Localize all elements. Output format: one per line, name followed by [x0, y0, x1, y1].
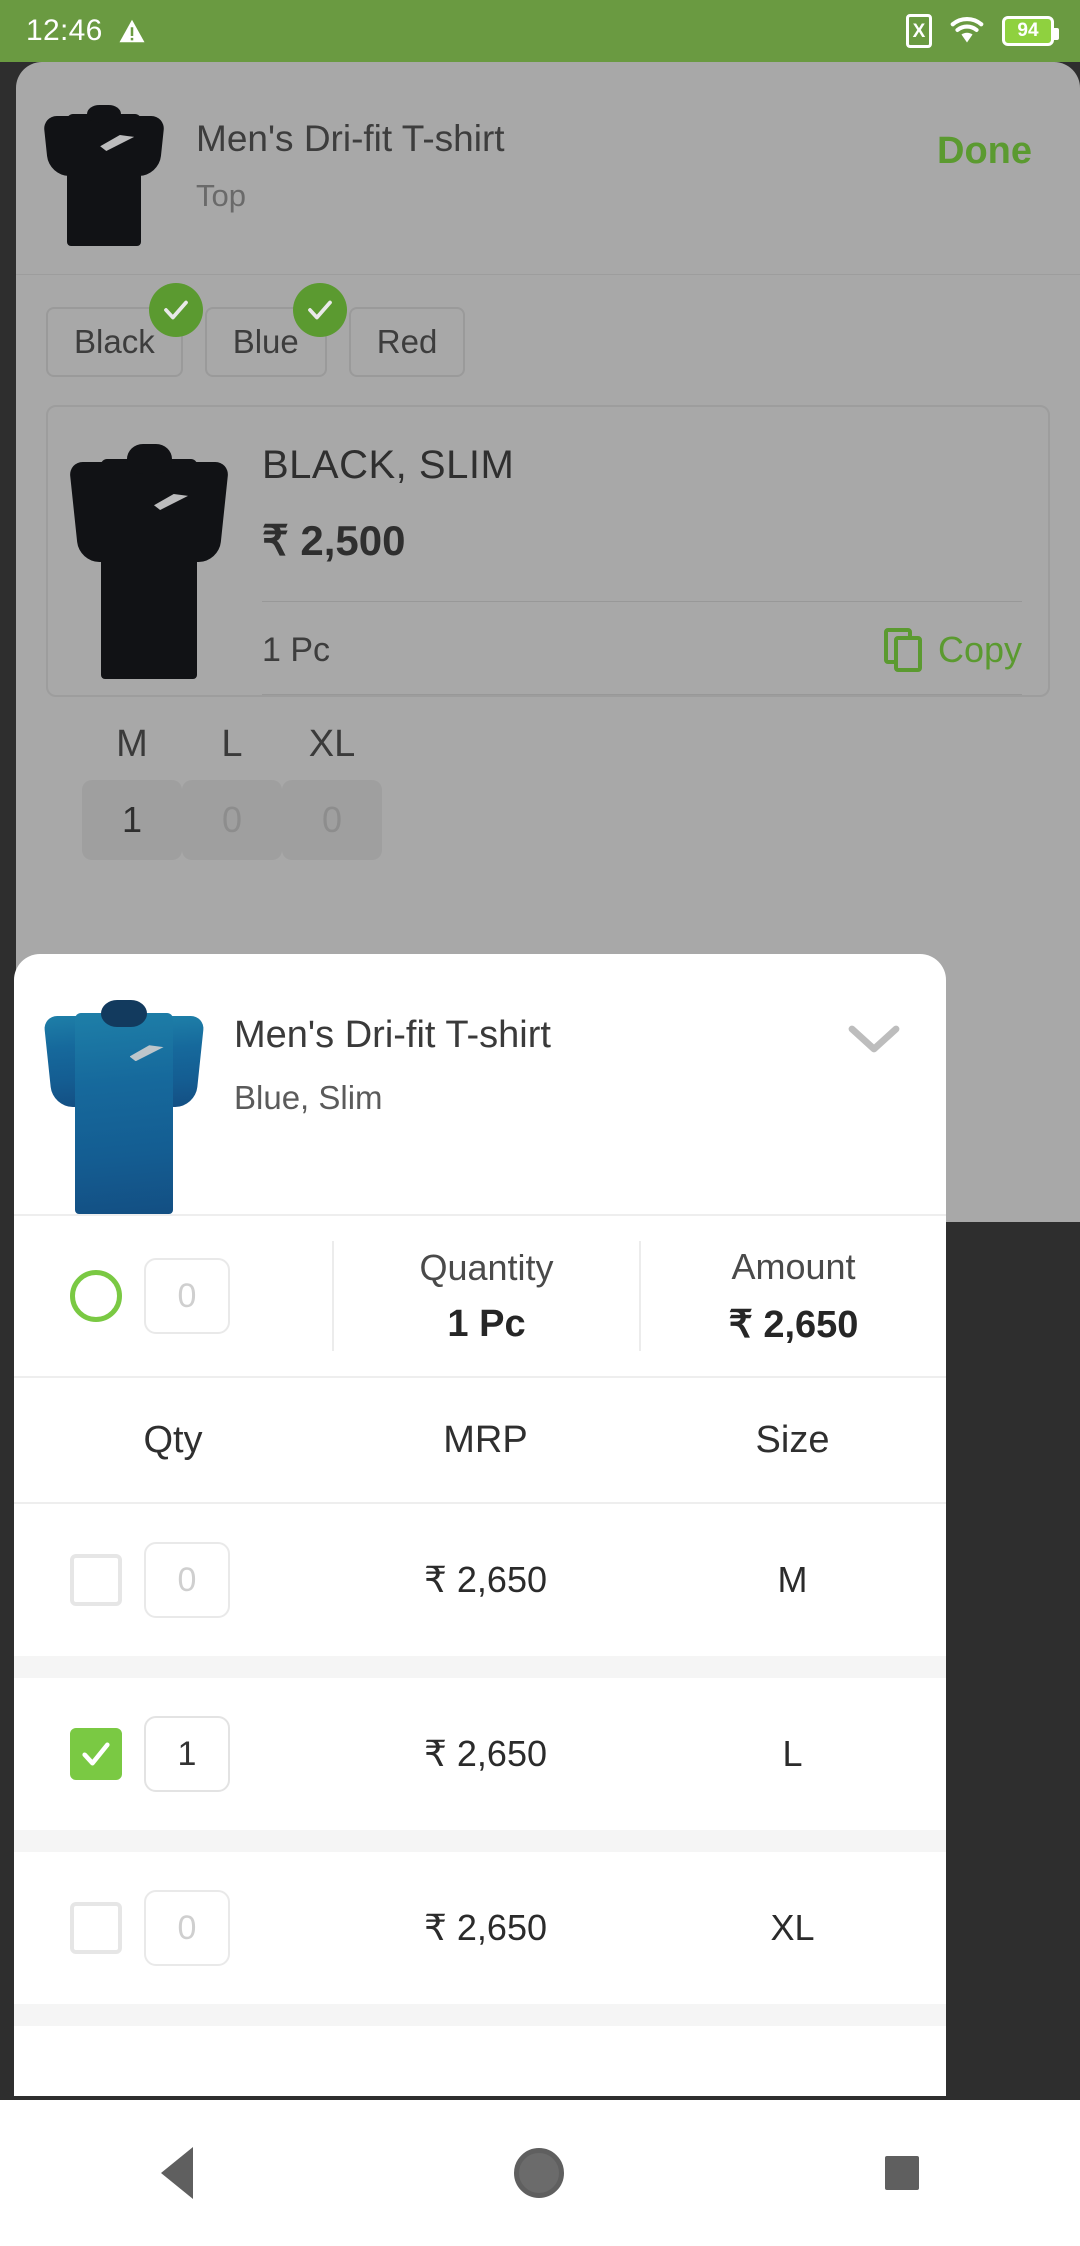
triangle-back-icon[interactable] [160, 2147, 193, 2199]
background-header: Men's Dri-fit T-shirt Top Done [16, 62, 1080, 246]
color-chip-red[interactable]: Red [348, 307, 466, 377]
status-icons: X 94 [906, 13, 1059, 50]
row-mrp: ₹ 2,650 [424, 1733, 547, 1774]
summary-amount-value: ₹ 2,650 [728, 1303, 859, 1346]
status-time: 12:46 [26, 14, 103, 47]
card-divider-bottom [262, 694, 1022, 695]
size-header-l: L [221, 723, 243, 765]
warning-triangle-icon [117, 16, 147, 46]
size-input-l[interactable]: 0 [182, 780, 282, 860]
product-thumbnail-black [42, 96, 166, 246]
copy-icon [883, 628, 924, 672]
row-qty-input[interactable]: 1 [144, 1716, 230, 1792]
size-input-m[interactable]: 1 [82, 780, 182, 860]
background-title-block: Men's Dri-fit T-shirt Top [196, 96, 505, 214]
row-checkbox[interactable] [70, 1902, 122, 1954]
column-header-qty: Qty [143, 1418, 203, 1461]
color-chip-blue[interactable]: Blue [204, 283, 347, 377]
column-header-size: Size [755, 1418, 830, 1461]
wifi-icon [948, 13, 986, 50]
done-button[interactable]: Done [937, 96, 1050, 173]
row-qty-input[interactable]: 0 [144, 1890, 230, 1966]
size-input-xl[interactable]: 0 [282, 780, 382, 860]
sheet-title-block: Men's Dri-fit T-shirt Blue, Slim [234, 986, 846, 1214]
variant-pieces-row: 1 Pc Copy [262, 602, 1022, 694]
background-size-headers: M L XL [16, 697, 1080, 766]
square-recents-icon[interactable] [885, 2156, 920, 2190]
row-separator [14, 2004, 946, 2026]
variant-card-body: BLACK, SLIM ₹ 2,500 1 Pc Copy [262, 429, 1022, 695]
copy-label: Copy [937, 629, 1022, 670]
color-chip-black[interactable]: Black [46, 283, 203, 377]
table-row[interactable]: 1 ₹ 2,650 L [14, 1678, 946, 1830]
row-qty-input[interactable]: 0 [144, 1542, 230, 1618]
chevron-down-icon[interactable] [846, 986, 916, 1214]
color-chip-label: Black [74, 323, 155, 360]
check-badge-icon [148, 283, 203, 337]
sheet-variant-subtitle: Blue, Slim [234, 1079, 383, 1116]
row-size: XL [770, 1907, 815, 1948]
battery-icon: 94 [1002, 16, 1059, 46]
variant-card-black-slim: BLACK, SLIM ₹ 2,500 1 Pc Copy [46, 405, 1050, 697]
size-header-xl: XL [308, 723, 356, 765]
android-navigation-bar [0, 2100, 1080, 2246]
column-header-mrp: MRP [443, 1418, 528, 1461]
table-row[interactable]: 0 ₹ 2,650 M [14, 1504, 946, 1656]
sheet-product-title: Men's Dri-fit T-shirt [234, 1014, 551, 1056]
row-checkbox[interactable] [70, 1728, 122, 1780]
summary-quantity-value: 1 Pc [447, 1302, 526, 1345]
row-qty-cell: 0 [14, 1890, 332, 1966]
row-size: M [777, 1559, 808, 1600]
color-chip-list: Black Blue Red [16, 275, 1080, 405]
variant-detail-bottom-sheet: Men's Dri-fit T-shirt Blue, Slim 0 Quant… [14, 954, 946, 2096]
circle-home-icon[interactable] [513, 2148, 564, 2198]
sheet-product-thumbnail-blue [43, 986, 205, 1214]
variant-name: BLACK, SLIM [262, 443, 515, 487]
sheet-summary-row: 0 Quantity 1 Pc Amount ₹ 2,650 [14, 1216, 946, 1376]
check-badge-icon [292, 283, 347, 337]
row-mrp: ₹ 2,650 [424, 1559, 547, 1600]
summary-quantity: Quantity 1 Pc [332, 1241, 639, 1351]
color-chip-label: Blue [232, 323, 299, 360]
select-all-radio[interactable] [70, 1270, 122, 1322]
total-qty-input[interactable]: 0 [144, 1258, 230, 1334]
summary-amount: Amount ₹ 2,650 [639, 1241, 946, 1351]
row-checkbox[interactable] [70, 1554, 122, 1606]
copy-button[interactable]: Copy [883, 628, 1022, 672]
row-separator [14, 1830, 946, 1852]
product-category: Top [196, 178, 246, 213]
sheet-header: Men's Dri-fit T-shirt Blue, Slim [14, 954, 946, 1214]
row-qty-cell: 1 [14, 1716, 332, 1792]
row-separator [14, 1656, 946, 1678]
status-bar: 12:46 X 94 [0, 0, 1080, 62]
size-header-m: M [116, 723, 148, 765]
summary-quantity-label: Quantity [419, 1246, 554, 1288]
color-chip-label: Red [376, 323, 438, 360]
table-column-headers: Qty MRP Size [14, 1378, 946, 1502]
battery-level: 94 [1017, 20, 1039, 41]
row-mrp: ₹ 2,650 [424, 1907, 547, 1948]
summary-amount-label: Amount [731, 1245, 856, 1287]
table-row[interactable]: 0 ₹ 2,650 XL [14, 1852, 946, 2004]
sim-card-x-icon: X [906, 14, 932, 48]
variant-price: ₹ 2,500 [262, 517, 406, 564]
page-title: Men's Dri-fit T-shirt [196, 118, 505, 159]
select-all-control: 0 [14, 1258, 332, 1334]
row-size: L [782, 1733, 803, 1774]
background-size-inputs: 1 0 0 [16, 766, 1080, 860]
row-qty-cell: 0 [14, 1542, 332, 1618]
variant-thumbnail-black [68, 429, 230, 679]
variant-pieces: 1 Pc [262, 630, 331, 669]
